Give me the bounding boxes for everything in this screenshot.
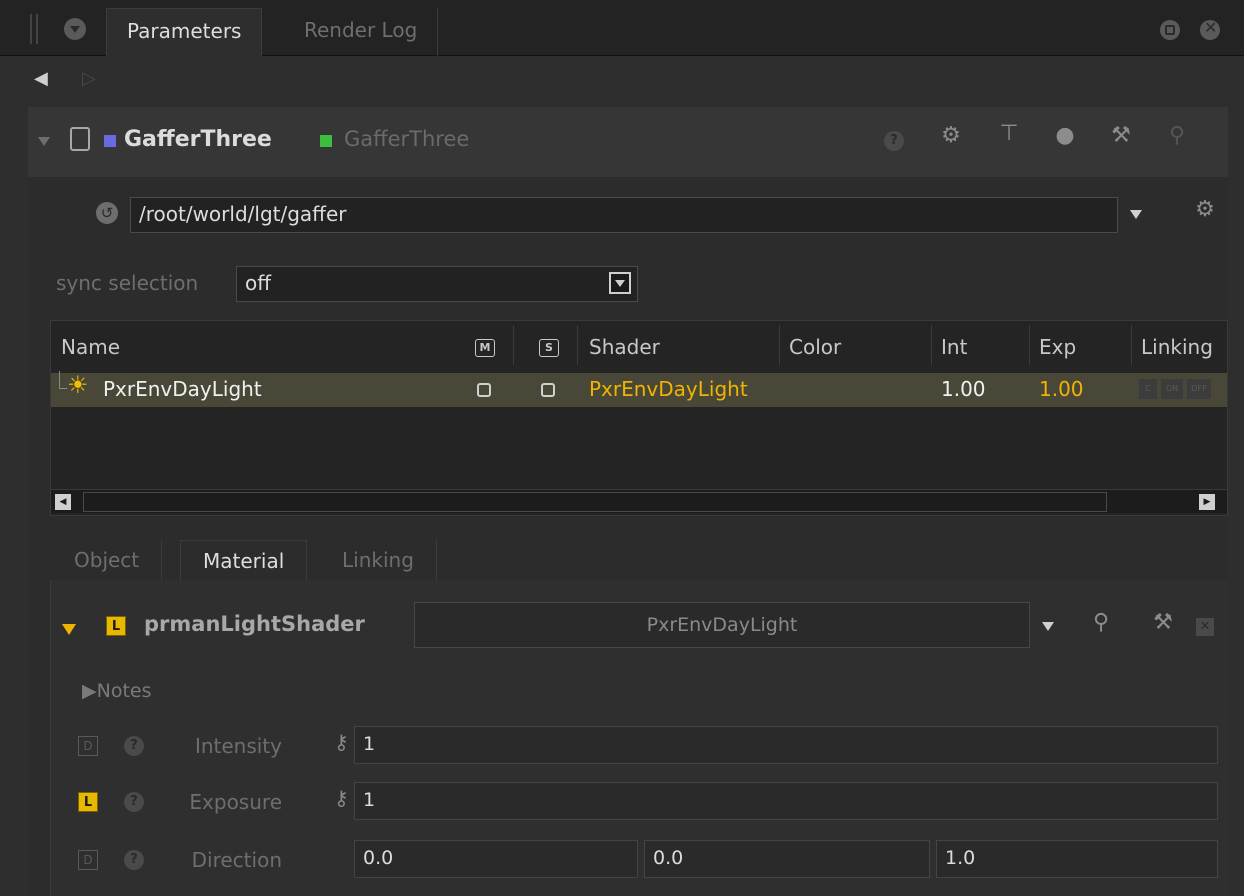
notes-toggle[interactable]: ▶Notes bbox=[82, 680, 152, 702]
light-intensity[interactable]: 1.00 bbox=[941, 377, 986, 401]
wrench-icon[interactable]: ⚒ bbox=[1148, 610, 1178, 635]
node-color-swatch bbox=[104, 135, 116, 147]
light-name[interactable]: PxrEnvDayLight bbox=[103, 377, 262, 401]
light-exposure[interactable]: 1.00 bbox=[1039, 377, 1084, 401]
direction-x-field[interactable]: 0.0 bbox=[354, 840, 638, 878]
tab-linking[interactable]: Linking bbox=[320, 540, 437, 580]
horizontal-scrollbar[interactable]: ◀ ▶ bbox=[51, 489, 1227, 513]
node-graph-icon[interactable]: ⊤ bbox=[994, 121, 1024, 146]
table-row[interactable]: ☀ PxrEnvDayLight PxrEnvDayLight 1.00 1.0… bbox=[51, 371, 1227, 407]
column-header-color[interactable]: Color bbox=[789, 335, 841, 359]
intensity-field[interactable]: 1 bbox=[354, 726, 1218, 764]
sync-selection-label: sync selection bbox=[56, 271, 199, 295]
root-location-field[interactable]: /root/world/lgt/gaffer bbox=[130, 197, 1118, 233]
help-icon[interactable]: ? bbox=[124, 736, 144, 756]
linking-c-button[interactable]: C bbox=[1139, 379, 1157, 399]
panel-grip-handle[interactable] bbox=[30, 14, 38, 44]
gear-icon[interactable]: ⚙ bbox=[936, 123, 966, 148]
linking-on-button[interactable]: ON bbox=[1161, 379, 1183, 399]
notes-label: Notes bbox=[96, 680, 152, 702]
column-header-int[interactable]: Int bbox=[941, 335, 967, 359]
local-badge-icon[interactable]: L bbox=[78, 792, 98, 812]
param-label-direction: Direction bbox=[191, 848, 282, 872]
close-panel-button[interactable]: ✕ bbox=[1200, 18, 1220, 40]
expand-notes-icon: ▶ bbox=[82, 680, 97, 702]
tab-material[interactable]: Material bbox=[180, 540, 308, 580]
search-icon[interactable]: ⚲ bbox=[1086, 610, 1116, 635]
help-icon[interactable]: ? bbox=[884, 131, 904, 151]
path-gear-icon[interactable]: ⚙ bbox=[1190, 197, 1220, 222]
node-type: GafferThree bbox=[344, 127, 470, 151]
column-header-exp[interactable]: Exp bbox=[1039, 335, 1076, 359]
exposure-field[interactable]: 1 bbox=[354, 782, 1218, 820]
collapse-section-icon[interactable] bbox=[62, 624, 76, 635]
mute-checkbox[interactable] bbox=[477, 383, 491, 397]
sync-selection-dropdown[interactable]: off bbox=[236, 266, 638, 302]
remove-shader-icon[interactable]: ✕ bbox=[1196, 618, 1214, 636]
column-header-mute[interactable]: M bbox=[475, 339, 495, 357]
maximize-panel-button[interactable] bbox=[1160, 20, 1180, 40]
node-header: GafferThree GafferThree ? ⚙ ⊤ ● ⚒ ⚲ bbox=[28, 107, 1228, 177]
column-header-solo[interactable]: S bbox=[539, 339, 559, 357]
node-name[interactable]: GafferThree bbox=[124, 127, 272, 152]
history-forward-icon[interactable]: ▷ bbox=[82, 68, 96, 89]
light-shader[interactable]: PxrEnvDayLight bbox=[589, 377, 748, 401]
collapse-node-icon[interactable] bbox=[38, 137, 50, 146]
direction-z-field[interactable]: 1.0 bbox=[936, 840, 1218, 878]
node-group-icon bbox=[70, 127, 90, 151]
default-badge-icon[interactable]: D bbox=[78, 850, 98, 870]
help-icon[interactable]: ? bbox=[124, 850, 144, 870]
reset-path-icon[interactable]: ↺ bbox=[96, 202, 118, 224]
solo-checkbox[interactable] bbox=[541, 383, 555, 397]
linking-off-button[interactable]: OFF bbox=[1187, 379, 1211, 399]
sync-selection-value: off bbox=[245, 271, 272, 295]
history-back-icon[interactable]: ◀ bbox=[34, 68, 48, 89]
shader-dropdown-icon[interactable] bbox=[1042, 622, 1054, 631]
light-table: Name M S Shader Color Int Exp Linking ☀ … bbox=[50, 320, 1228, 516]
light-color-cell[interactable] bbox=[781, 373, 929, 407]
scroll-left-icon[interactable]: ◀ bbox=[55, 494, 71, 510]
tab-object[interactable]: Object bbox=[52, 540, 163, 580]
column-header-name[interactable]: Name bbox=[61, 335, 120, 359]
wrench-icon[interactable]: ⚒ bbox=[1106, 123, 1136, 148]
scroll-right-icon[interactable]: ▶ bbox=[1199, 494, 1215, 510]
comment-icon[interactable]: ● bbox=[1050, 123, 1080, 148]
panel-tab-bar: Parameters Render Log ✕ bbox=[0, 0, 1244, 56]
help-icon[interactable]: ? bbox=[124, 792, 144, 812]
tab-parameters[interactable]: Parameters bbox=[106, 8, 263, 56]
dropdown-arrow-icon bbox=[609, 272, 631, 294]
param-label-exposure: Exposure bbox=[189, 790, 282, 814]
node-type-swatch bbox=[320, 135, 332, 147]
column-header-shader[interactable]: Shader bbox=[589, 335, 660, 359]
default-badge-icon[interactable]: D bbox=[78, 736, 98, 756]
keyframe-icon[interactable]: ⚷ bbox=[334, 730, 349, 754]
keyframe-icon[interactable]: ⚷ bbox=[334, 786, 349, 810]
section-title: prmanLightShader bbox=[144, 612, 365, 636]
scrollbar-thumb[interactable] bbox=[83, 492, 1107, 512]
tab-render-log[interactable]: Render Log bbox=[284, 8, 439, 56]
direction-y-field[interactable]: 0.0 bbox=[644, 840, 930, 878]
panel-menu-button[interactable] bbox=[64, 18, 86, 40]
sun-light-icon: ☀ bbox=[67, 371, 89, 399]
close-icon: ✕ bbox=[1204, 18, 1218, 37]
column-header-linking[interactable]: Linking bbox=[1141, 335, 1213, 359]
path-dropdown-icon[interactable] bbox=[1130, 210, 1142, 219]
shader-selector[interactable]: PxrEnvDayLight bbox=[414, 602, 1030, 648]
search-icon[interactable]: ⚲ bbox=[1162, 123, 1192, 148]
param-label-intensity: Intensity bbox=[194, 734, 282, 758]
local-badge-icon: L bbox=[106, 616, 126, 636]
